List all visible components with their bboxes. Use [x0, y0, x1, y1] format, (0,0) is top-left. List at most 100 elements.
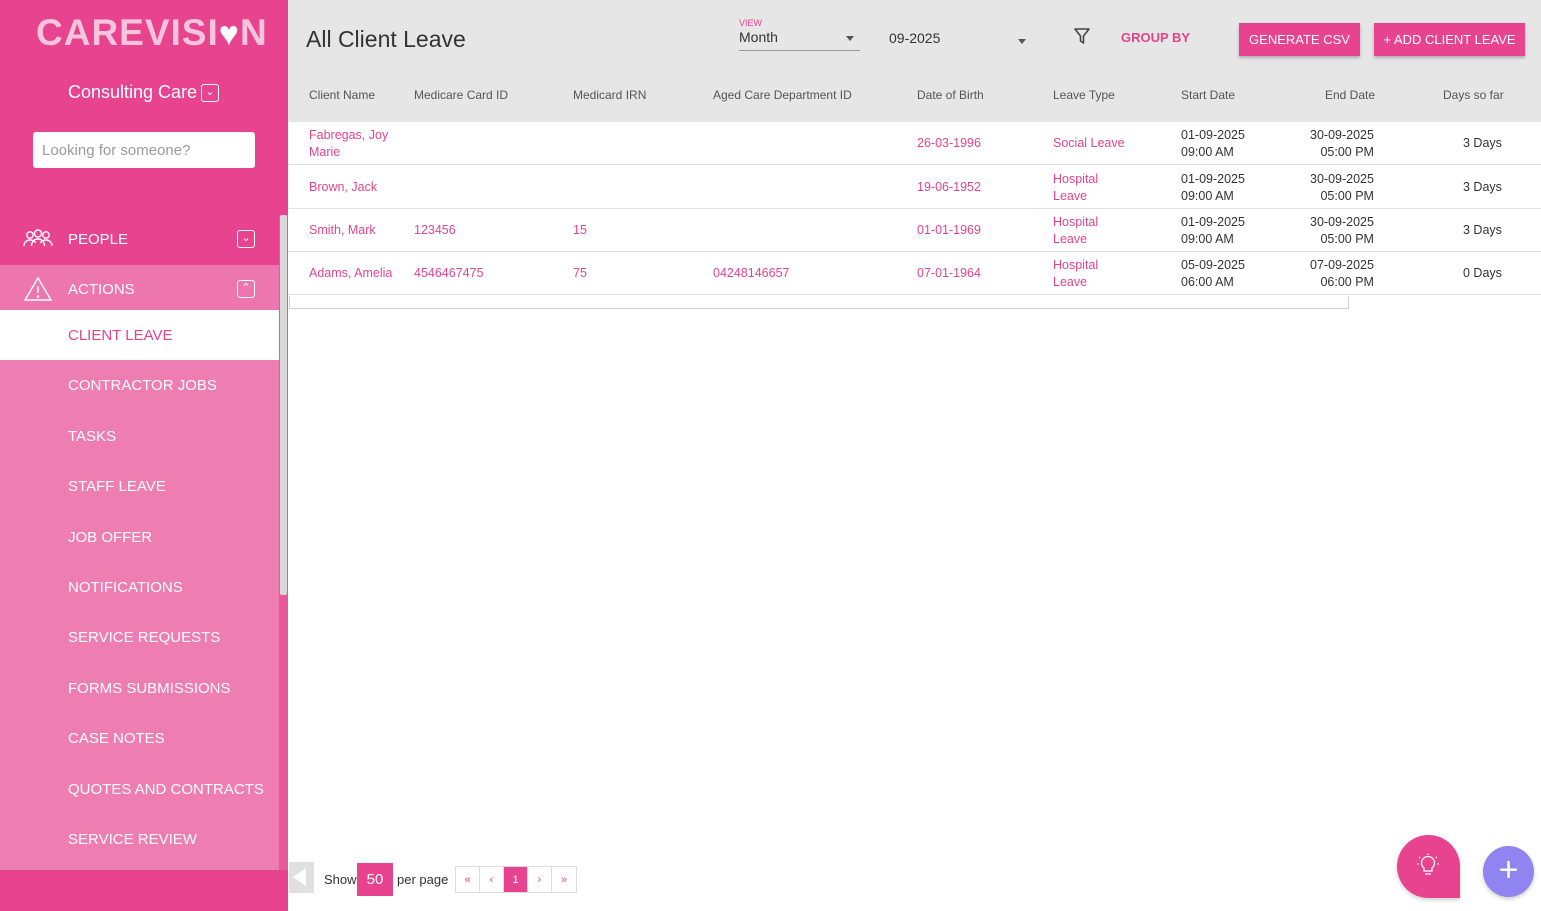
sidebar-item-staff-leave[interactable]: STAFF LEAVE [0, 461, 279, 511]
last-page-button[interactable]: » [552, 867, 576, 892]
date-select[interactable]: 09-2025 [889, 30, 1032, 52]
column-header-date-of-birth[interactable]: Date of Birth [917, 88, 984, 102]
caret-down-icon [846, 36, 854, 41]
dob-cell: 07-01-1964 [917, 266, 981, 280]
days-cell: 0 Days [1463, 266, 1502, 280]
date-select-value: 09-2025 [889, 30, 941, 46]
view-select-value: Month [739, 29, 778, 45]
sidebar-section-people[interactable]: PEOPLE ⌄ [0, 215, 279, 263]
end-date-cell: 30-09-2025 05:00 PM [1310, 214, 1374, 246]
medicare-id-cell: 123456 [414, 223, 456, 237]
days-cell: 3 Days [1463, 223, 1502, 237]
sidebar-section-actions[interactable]: ACTIONS ⌃ [0, 265, 279, 313]
days-cell: 3 Days [1463, 136, 1502, 150]
carevision-logo[interactable]: CAREVISI♥N [36, 12, 268, 54]
view-label: VIEW [739, 18, 763, 28]
column-header-days-so-far[interactable]: Days so far [1443, 88, 1504, 102]
client-name-cell[interactable]: Smith, Mark [309, 209, 399, 252]
heart-icon: ♥ [218, 15, 240, 53]
dob-cell: 01-01-1969 [917, 223, 981, 237]
search-input[interactable] [33, 132, 255, 168]
column-header-client-name[interactable]: Client Name [309, 88, 375, 102]
sidebar-item-client-leave[interactable]: CLIENT LEAVE [0, 310, 279, 360]
sidebar-item-service-review[interactable]: SERVICE REVIEW [0, 814, 279, 864]
view-select[interactable]: Month [739, 29, 860, 51]
help-button[interactable] [1397, 835, 1460, 898]
prev-page-button[interactable]: ‹ [480, 867, 504, 892]
actions-submenu: CLIENT LEAVE CONTRACTOR JOBS TASKS STAFF… [0, 310, 279, 870]
table-row[interactable]: Brown, Jack 19-06-1952 Hospital Leave 01… [288, 166, 1541, 209]
start-date-cell: 01-09-2025 09:00 AM [1181, 171, 1245, 203]
medicare-irn-cell: 75 [573, 266, 587, 280]
column-header-leave-type[interactable]: Leave Type [1053, 88, 1115, 102]
table-row[interactable]: Smith, Mark 123456 15 01-01-1969 Hospita… [288, 209, 1541, 252]
per-page-select[interactable]: 50 [357, 863, 393, 896]
add-fab-button[interactable]: + [1483, 846, 1534, 897]
start-date-cell: 01-09-2025 09:00 AM [1181, 214, 1245, 246]
sidebar-item-contractor-jobs[interactable]: CONTRACTOR JOBS [0, 360, 279, 410]
table-row[interactable]: Adams, Amelia 4546467475 75 04248146657 … [288, 252, 1541, 295]
leave-type-cell: Social Leave [1053, 136, 1125, 150]
group-by-button[interactable]: GROUP BY [1121, 30, 1190, 45]
sidebar-menu: PEOPLE ⌄ ACTIONS ⌃ CLIENT LEAVE CONTRACT… [0, 215, 288, 870]
column-header-start-date[interactable]: Start Date [1181, 88, 1235, 102]
column-header-medicard-irn[interactable]: Medicard IRN [573, 88, 646, 102]
chevron-up-icon[interactable]: ⌃ [237, 280, 255, 298]
sidebar-section-label: PEOPLE [68, 230, 129, 248]
add-client-leave-button[interactable]: + ADD CLIENT LEAVE [1374, 23, 1525, 56]
sidebar: CAREVISI♥N Consulting Care ⌄ PEOPLE ⌄ AC… [0, 0, 288, 911]
scrollbar-thumb[interactable] [280, 215, 287, 595]
sidebar-item-case-notes[interactable]: CASE NOTES [0, 713, 279, 763]
people-icon [23, 229, 53, 247]
filter-icon[interactable] [1074, 27, 1090, 45]
client-leave-table: Fabregas, Joy Marie 26-03-1996 Social Le… [288, 122, 1541, 296]
column-header-aged-care-department-id[interactable]: Aged Care Department ID [713, 88, 852, 102]
show-label: Show [324, 872, 357, 887]
pagination: « ‹ 1 › » [455, 866, 577, 893]
per-page-label: per page [397, 872, 449, 887]
sidebar-item-notifications[interactable]: NOTIFICATIONS [0, 562, 279, 612]
client-name-cell[interactable]: Adams, Amelia [309, 252, 399, 295]
organisation-name[interactable]: Consulting Care [68, 82, 197, 103]
page-header: All Client Leave VIEW Month 09-2025 GROU… [288, 0, 1541, 122]
start-date-cell: 01-09-2025 09:00 AM [1181, 127, 1245, 159]
dob-cell: 26-03-1996 [917, 136, 981, 150]
lightbulb-icon [1417, 853, 1439, 875]
table-horizontal-scrollbar[interactable] [289, 296, 1349, 309]
sidebar-item-job-offer[interactable]: JOB OFFER [0, 512, 279, 562]
page-title: All Client Leave [306, 26, 466, 52]
sidebar-item-tasks[interactable]: TASKS [0, 411, 279, 461]
generate-csv-button[interactable]: GENERATE CSV [1239, 23, 1360, 56]
aged-care-id-cell: 04248146657 [713, 266, 790, 280]
sidebar-item-quotes-and-contracts[interactable]: QUOTES AND CONTRACTS [0, 764, 279, 814]
sidebar-section-label: ACTIONS [68, 280, 135, 298]
sidebar-scrollbar[interactable] [279, 215, 288, 870]
leave-type-cell: Hospital Leave [1053, 214, 1099, 246]
end-date-cell: 30-09-2025 05:00 PM [1310, 171, 1374, 203]
caret-left-icon [293, 868, 306, 886]
leave-type-cell: Hospital Leave [1053, 257, 1099, 289]
next-page-button[interactable]: › [528, 867, 552, 892]
end-date-cell: 30-09-2025 05:00 PM [1310, 127, 1374, 159]
first-page-button[interactable]: « [456, 867, 480, 892]
medicare-id-cell: 4546467475 [414, 266, 484, 280]
sidebar-item-forms-submissions[interactable]: FORMS SUBMISSIONS [0, 663, 279, 713]
caret-down-icon [1018, 39, 1026, 44]
collapse-sidebar-button[interactable] [289, 862, 314, 893]
warning-icon [23, 276, 53, 301]
page-button-current[interactable]: 1 [504, 867, 528, 892]
client-name-cell[interactable]: Brown, Jack [309, 166, 399, 209]
client-name-cell[interactable]: Fabregas, Joy Marie [309, 122, 399, 165]
medicare-irn-cell: 15 [573, 223, 587, 237]
sidebar-item-service-requests[interactable]: SERVICE REQUESTS [0, 612, 279, 662]
leave-type-cell: Hospital Leave [1053, 171, 1099, 203]
start-date-cell: 05-09-2025 06:00 AM [1181, 257, 1245, 289]
dob-cell: 19-06-1952 [917, 180, 981, 194]
sidebar-footer [0, 870, 288, 911]
column-header-end-date[interactable]: End Date [1325, 88, 1375, 102]
days-cell: 3 Days [1463, 180, 1502, 194]
chevron-down-icon[interactable]: ⌄ [201, 84, 219, 102]
chevron-down-icon[interactable]: ⌄ [237, 230, 255, 248]
table-row[interactable]: Fabregas, Joy Marie 26-03-1996 Social Le… [288, 122, 1541, 165]
column-header-medicare-card-id[interactable]: Medicare Card ID [414, 88, 508, 102]
